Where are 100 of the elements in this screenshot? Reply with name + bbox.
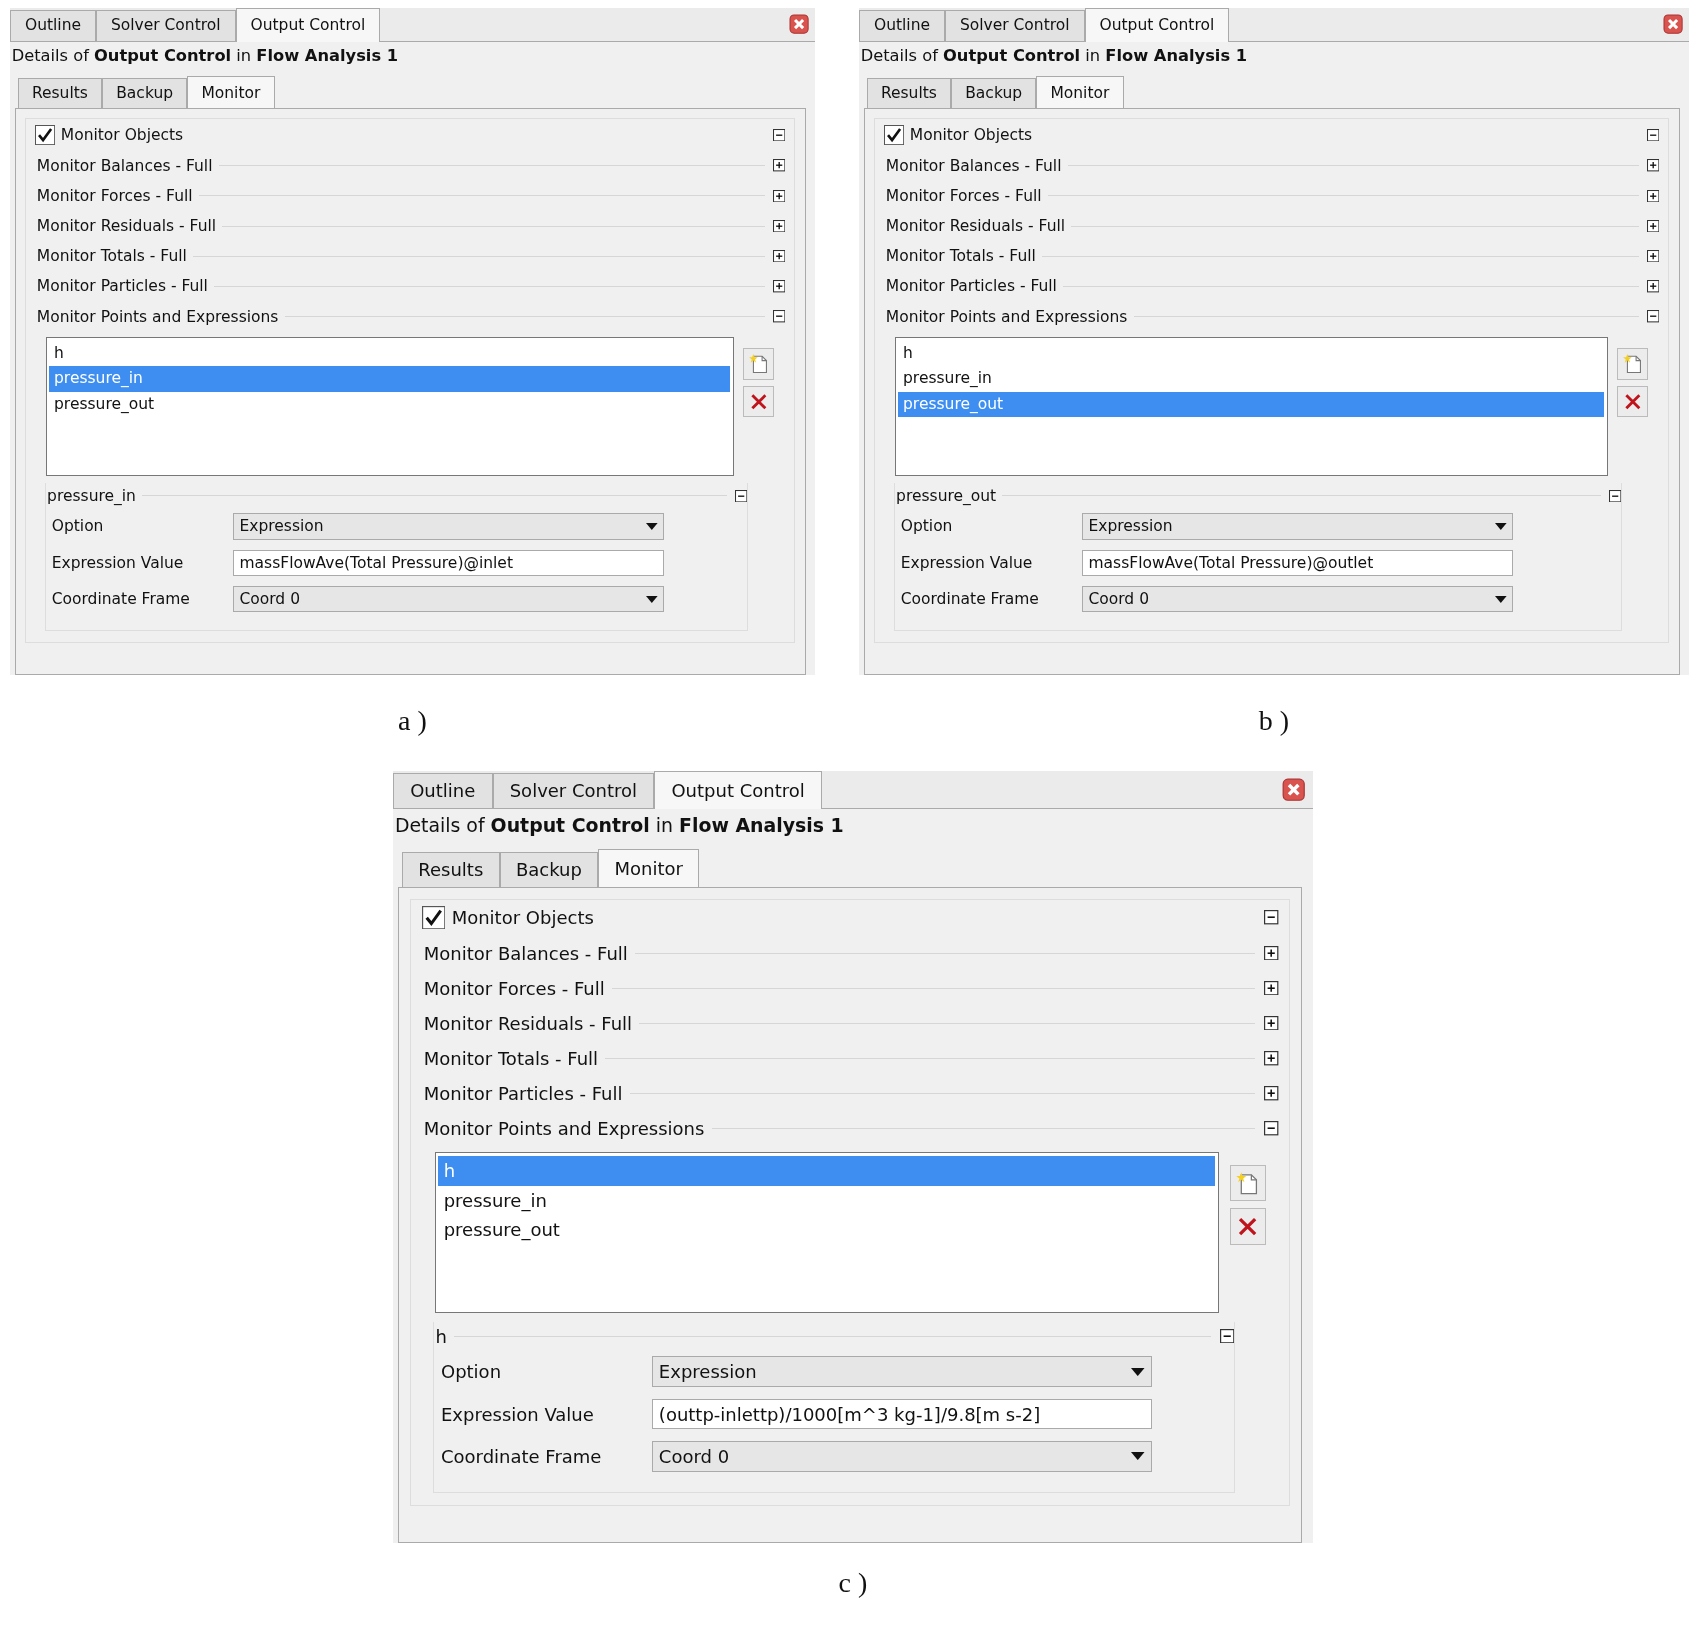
delete-button[interactable] [742,385,775,418]
section-label: Monitor Forces - Full [885,186,1042,205]
group-label: pressure_in [47,486,136,505]
checkbox[interactable] [35,124,56,146]
close-icon[interactable] [1282,777,1306,802]
dropdown[interactable]: Expression [651,1356,1152,1388]
tab[interactable]: Results [402,851,500,887]
tab[interactable]: Backup [499,851,599,887]
details-heading: Details of Output Control in Flow Analysis 1 [859,44,1249,67]
figure-caption: a ) [398,704,427,737]
tab[interactable]: Solver Control [95,10,236,41]
list-box[interactable]: h pressure_in pressure_out [46,337,734,476]
tab[interactable]: Results [17,77,103,109]
section-label: Monitor Totals - Full [36,247,187,266]
expand-icon[interactable] [772,219,786,233]
section-label: Monitor Points and Expressions [423,1118,705,1140]
input-field[interactable]: massFlowAve(Total Pressure)@outlet [1082,549,1513,576]
tab[interactable]: Results [866,77,952,109]
collapse-icon[interactable] [1264,910,1279,925]
tab[interactable]: Monitor [598,848,700,888]
tab[interactable]: Solver Control [492,773,655,809]
expand-icon[interactable] [1646,219,1660,233]
tab[interactable]: Outline [10,10,96,41]
caret-icon [1131,1367,1145,1376]
field-label: Coordinate Frame [440,1445,603,1467]
field-label: Coordinate Frame [900,590,1040,609]
expand-icon[interactable] [1646,280,1660,293]
delete-button[interactable] [1229,1208,1266,1245]
dropdown[interactable]: Expression [1082,513,1513,540]
list-box[interactable]: h pressure_in pressure_out [895,337,1608,476]
section-label: Monitor Balances - Full [423,942,628,964]
checkbox[interactable] [884,124,905,146]
details-heading: Details of Output Control in Flow Analysis 1 [393,813,845,839]
expand-icon[interactable] [1646,250,1660,263]
input-field[interactable]: (outtp-inlettp)/1000[m^3 kg-1]/9.8[m s-2] [651,1398,1152,1430]
expand-icon[interactable] [1264,945,1279,961]
collapse-icon[interactable] [1608,489,1621,502]
dropdown[interactable]: Expression [233,513,664,540]
tab[interactable]: Output Control [235,8,381,42]
dropdown[interactable]: Coord 0 [233,586,664,613]
field-label: Expression Value [900,553,1034,572]
expand-icon[interactable] [772,189,786,202]
collapse-icon[interactable] [772,128,786,142]
collapse-icon[interactable] [1646,128,1660,142]
list-item[interactable]: h [898,340,1605,367]
field-label: Expression Value [51,553,185,572]
expand-icon[interactable] [1646,189,1660,202]
group-label: Monitor Objects [60,126,184,144]
details-heading: Details of Output Control in Flow Analysis 1 [10,44,400,67]
figure-caption: c ) [838,1567,868,1600]
list-item[interactable]: pressure_in [898,366,1605,392]
collapse-icon[interactable] [1264,1121,1279,1136]
collapse-icon[interactable] [1646,310,1660,323]
group-label: Monitor Objects [909,126,1033,144]
input-field[interactable]: massFlowAve(Total Pressure)@inlet [233,549,664,576]
delete-button[interactable] [1616,385,1649,418]
expand-icon[interactable] [1264,1086,1279,1101]
section-label: Monitor Totals - Full [885,247,1036,266]
field-label: Option [440,1361,503,1383]
tab[interactable]: Outline [859,10,945,41]
collapse-icon[interactable] [772,310,786,323]
tab[interactable]: Output Control [654,770,822,810]
expand-icon[interactable] [1264,1051,1279,1066]
collapse-icon[interactable] [734,489,747,502]
tab[interactable]: Backup [951,77,1037,109]
field-label: Option [51,517,105,536]
new-button[interactable] [742,348,775,380]
expand-icon[interactable] [1264,1016,1279,1031]
new-button[interactable] [1229,1165,1266,1202]
tab[interactable]: Solver Control [944,10,1085,41]
document-icon [747,352,770,375]
caret-icon [1494,522,1507,530]
tab[interactable]: Monitor [187,75,275,110]
list-item[interactable]: pressure_in [438,1185,1216,1216]
figure-caption: b ) [1258,704,1290,737]
close-icon[interactable] [788,14,809,35]
dropdown[interactable]: Coord 0 [651,1441,1152,1472]
checkbox[interactable] [422,905,446,930]
group-label: pressure_out [896,486,997,505]
dropdown[interactable]: Coord 0 [1082,586,1513,613]
list-box[interactable]: h pressure_in pressure_out [434,1152,1220,1313]
tab[interactable]: Output Control [1084,8,1230,42]
close-icon[interactable] [1662,14,1683,35]
expand-icon[interactable] [772,159,786,172]
list-item[interactable]: h [49,340,731,367]
new-button[interactable] [1616,348,1649,380]
document-icon [1621,352,1644,375]
list-item[interactable]: pressure_out [438,1215,1216,1246]
section-label: Monitor Totals - Full [423,1047,599,1069]
list-item[interactable]: pressure_out [49,391,731,418]
expand-icon[interactable] [772,250,786,263]
tab[interactable]: Backup [102,77,188,109]
tab[interactable]: Outline [393,773,493,809]
group-label: Monitor Objects [451,907,594,929]
expand-icon[interactable] [1646,159,1660,172]
tab[interactable]: Monitor [1036,75,1124,110]
expand-icon[interactable] [1264,981,1279,996]
collapse-icon[interactable] [1220,1329,1235,1344]
group-label: h [435,1325,447,1347]
expand-icon[interactable] [772,280,786,293]
